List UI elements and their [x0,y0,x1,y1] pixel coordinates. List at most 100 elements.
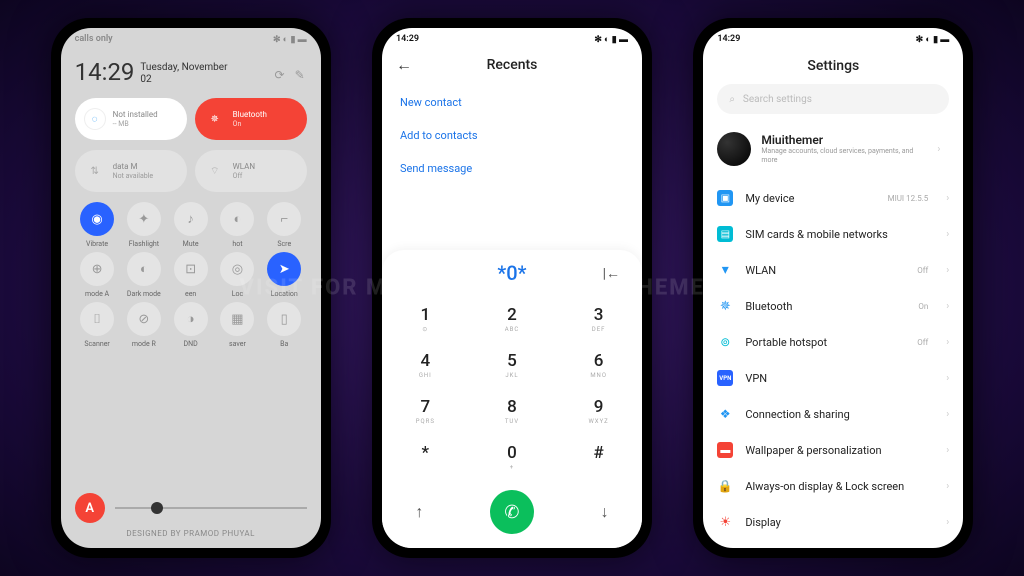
settings-row[interactable]: VPN VPN › [703,360,963,396]
phone-dialer: 14:29 ✻ ◐ ▮ ▬ ← Recents New contactAdd t… [372,18,652,558]
expand-up-icon[interactable]: ↑ [415,502,423,522]
avatar[interactable]: A [75,493,105,523]
toggle-label: Location [271,290,298,298]
toggle-ba[interactable]: ▯Ba [262,302,307,348]
settings-row[interactable]: ❖Connection & sharing› [703,396,963,432]
toggle-een[interactable]: ⊡ een [168,252,213,298]
key-0[interactable]: 0+ [469,434,556,480]
toggle-dnd[interactable]: ◑ DND [168,302,213,348]
status-icons: ✻ ◐ ▮ ▬ [273,34,307,45]
toggle-icon: ⊕ [80,252,114,286]
row-value: Off [917,338,928,347]
brightness-slider[interactable] [115,507,307,509]
toggle-label: Loc [232,290,243,298]
chevron-right-icon: › [946,337,949,348]
toggle-mode-a[interactable]: ⊕mode A [75,252,120,298]
settings-row[interactable]: ▤SIM cards & mobile networks› [703,216,963,252]
row-icon: VPN [717,370,733,386]
status-bar: 14:29 ✻ ◐ ▮ ▬ [382,28,642,50]
collapse-down-icon[interactable]: ↓ [601,502,609,522]
backspace-icon[interactable]: |← [603,265,620,282]
key-4[interactable]: 4GHI [382,342,469,388]
dialed-number: *0* [497,261,526,285]
toggle-flashlight[interactable]: ✦Flashlight [121,202,166,248]
row-label: Bluetooth [745,300,906,313]
menu-item[interactable]: Add to contacts [400,119,624,152]
toggle-scre[interactable]: ⌐ Scre [262,202,307,248]
toggle-label: mode R [132,340,156,348]
chevron-right-icon: › [946,229,949,240]
toggle-label: hot [232,240,242,248]
page-title: Settings [703,50,963,84]
row-icon: ❖ [717,406,733,422]
account-desc: Manage accounts, cloud services, payment… [761,147,921,165]
row-label: Portable hotspot [745,336,905,349]
toggle-label: een [185,290,196,298]
toggle-vibrate[interactable]: ◉Vibrate [75,202,120,248]
chevron-right-icon: › [946,373,949,384]
toggle-icon: ✦ [127,202,161,236]
row-label: Always-on display & Lock screen [745,480,928,493]
pill-bluetooth[interactable]: ✵ BluetoothOn [195,98,307,140]
toggle-hot[interactable]: ◐hot [215,202,260,248]
toggle-loc[interactable]: ◎Loc [215,252,260,298]
settings-row[interactable]: ⊚Portable hotspotOff› [703,324,963,360]
key-8[interactable]: 8TUV [469,388,556,434]
chevron-right-icon: › [946,193,949,204]
phone-settings: 14:29 ✻ ◐ ▮ ▬ Settings ⌕ Search settings… [693,18,973,558]
back-icon[interactable]: ← [396,55,412,75]
bluetooth-icon: ✵ [205,109,225,129]
key-3[interactable]: 3DEF [555,296,642,342]
menu-item[interactable]: Send message [400,152,624,185]
key-1[interactable]: 1⊙ [382,296,469,342]
toggle-location[interactable]: ➤ Location [262,252,307,298]
key-*[interactable]: * [382,434,469,480]
settings-row[interactable]: ♪Sound & vibration› [703,540,963,548]
toggle-icon: ◑ [174,302,208,336]
status-bar: 14:29 ✻ ◐ ▮ ▬ [703,28,963,50]
settings-row[interactable]: ✵BluetoothOn› [703,288,963,324]
toggle-icon: ⌐ [267,202,301,236]
settings-row[interactable]: 🔒Always-on display & Lock screen› [703,468,963,504]
row-icon: ✵ [717,298,733,314]
toggle-dark-mode[interactable]: ◐Dark mode [121,252,166,298]
toggle-scanner[interactable]: ⌷Scanner [75,302,120,348]
settings-row[interactable]: ☀Display› [703,504,963,540]
toggle-icon: ➤ [267,252,301,286]
row-label: SIM cards & mobile networks [745,228,928,241]
settings-row[interactable]: ▬Wallpaper & personalization› [703,432,963,468]
key-5[interactable]: 5JKL [469,342,556,388]
call-button[interactable]: ✆ [490,490,534,534]
key-9[interactable]: 9WXYZ [555,388,642,434]
toggle-label: DND [184,340,198,348]
toggle-mute[interactable]: ♪ Mute [168,202,213,248]
chevron-right-icon: › [946,481,949,492]
toggle-mode-r[interactable]: ⊘mode R [121,302,166,348]
pill-data[interactable]: ⇅ data MNot available [75,150,187,192]
row-label: VPN [745,372,928,385]
history-icon[interactable]: ⟳ [275,68,285,82]
row-value: MIUI 12.5.5 [888,194,929,203]
row-label: Wallpaper & personalization [745,444,928,457]
menu-item[interactable]: New contact [400,86,624,119]
toggle-label: Mute [183,240,199,248]
row-value: On [918,302,928,311]
toggle-saver[interactable]: ▦saver [215,302,260,348]
toggle-label: Scre [277,240,291,248]
key-#[interactable]: # [555,434,642,480]
row-icon: ▾ [717,262,733,278]
key-7[interactable]: 7PQRS [382,388,469,434]
key-2[interactable]: 2ABC [469,296,556,342]
account-row[interactable]: Miuithemer Manage accounts, cloud servic… [703,124,963,180]
pill-cleaner[interactable]: ◌ Not installed-- MB [75,98,187,140]
search-icon: ⌕ [729,94,735,105]
pill-wlan[interactable]: ⌔ WLANOff [195,150,307,192]
edit-icon[interactable]: ✎ [295,68,305,82]
settings-row[interactable]: ▾WLANOff› [703,252,963,288]
search-input[interactable]: ⌕ Search settings [717,84,949,114]
settings-row[interactable]: ▣My deviceMIUI 12.5.5› [703,180,963,216]
carrier-text: calls only [75,34,113,44]
toggle-icon: ♪ [174,202,208,236]
key-6[interactable]: 6MNO [555,342,642,388]
toggle-icon: ⊡ [174,252,208,286]
